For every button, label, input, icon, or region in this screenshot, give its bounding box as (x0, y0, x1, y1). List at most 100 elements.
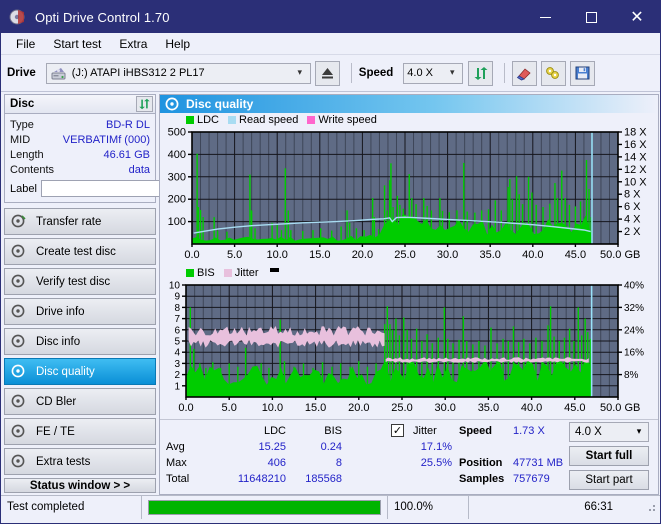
sidebar-item-disc-quality[interactable]: Disc quality (4, 358, 156, 385)
svg-text:25.0: 25.0 (394, 249, 415, 261)
svg-text:40%: 40% (624, 281, 644, 292)
svg-text:400: 400 (168, 149, 186, 161)
menu-item-help[interactable]: Help (156, 35, 199, 53)
window-controls: ✕ (522, 1, 660, 33)
start-part-button[interactable]: Start part (569, 470, 649, 490)
chevron-down-icon: ▾ (636, 427, 642, 437)
drive-select[interactable]: (J:) ATAPI iHBS312 2 PL17 ▾ (45, 62, 311, 84)
stats-row-avg: Avg (166, 441, 185, 453)
minimize-button[interactable] (522, 1, 568, 33)
save-button[interactable] (570, 60, 596, 86)
maximize-button[interactable] (568, 1, 614, 33)
svg-text:4 X: 4 X (624, 214, 641, 226)
test-speed-value: 4.0 X (575, 426, 602, 438)
disc-icon (11, 334, 30, 350)
resize-gripper[interactable] (645, 501, 657, 513)
disc-icon (11, 424, 30, 440)
svg-text:25.0: 25.0 (391, 402, 412, 414)
disc-row-mid: MID VERBATIMf (000) (10, 132, 150, 147)
toolbar-separator-2 (504, 63, 506, 83)
close-button[interactable]: ✕ (614, 1, 660, 33)
sidebar-item-verify-test-disc[interactable]: Verify test disc (4, 268, 156, 295)
disc-icon (11, 244, 30, 260)
svg-text:8 X: 8 X (624, 189, 641, 201)
sidebar-item-label: Disc info (36, 335, 81, 348)
svg-text:12 X: 12 X (624, 164, 647, 176)
sidebar-item-label: CD Bler (36, 395, 77, 408)
save-icon (575, 66, 590, 80)
sidebar-item-label: Transfer rate (36, 215, 102, 228)
bis-plot: 12345678910 8% 16% 24% 32% 40% 0.0 5.0 10.0 15.0 2… (169, 281, 644, 415)
disc-icon (11, 364, 30, 380)
test-speed-select[interactable]: 4.0 X ▾ (569, 422, 649, 442)
sidebar-item-drive-info[interactable]: Drive info (4, 298, 156, 325)
eject-button[interactable] (314, 60, 340, 86)
start-full-button[interactable]: Start full (569, 446, 649, 466)
tools-button[interactable] (541, 60, 567, 86)
speed-select[interactable]: 4.0 X ▾ (403, 62, 464, 84)
disc-label-key: Label (10, 182, 37, 195)
disc-refresh-button[interactable] (136, 96, 153, 112)
svg-text:20.0: 20.0 (352, 249, 373, 261)
window-title: Opti Drive Control 1.70 (35, 9, 170, 25)
disc-label-row: Label (10, 179, 243, 198)
svg-text:45.0: 45.0 (565, 249, 586, 261)
app-window: Opti Drive Control 1.70 ✕ File Start tes… (0, 0, 661, 524)
sidebar: Disc Type BD-R DL MID VERBATIMf (000) Le… (1, 92, 243, 495)
svg-text:500: 500 (168, 127, 186, 139)
svg-text:15.0: 15.0 (305, 402, 326, 414)
svg-text:4: 4 (174, 348, 180, 359)
disc-icon (11, 274, 30, 290)
erase-button[interactable] (512, 60, 538, 86)
disc-row-type: Type BD-R DL (10, 117, 150, 132)
main-body: Disc Type BD-R DL MID VERBATIMf (000) Le… (1, 92, 660, 495)
sidebar-item-create-test-disc[interactable]: Create test disc (4, 238, 156, 265)
refresh-button[interactable] (468, 60, 494, 86)
position-stat-label: Position (459, 457, 503, 469)
stats-bis-max: 8 (335, 457, 342, 469)
sidebar-item-label: Disc quality (36, 365, 95, 378)
sidebar-item-disc-info[interactable]: Disc info (4, 328, 156, 355)
svg-text:2 X: 2 X (624, 226, 641, 238)
stats-row-total: Total (166, 473, 190, 485)
menu-item-extra[interactable]: Extra (110, 35, 156, 53)
sidebar-item-extra-tests[interactable]: Extra tests (4, 448, 156, 475)
jitter-label: Jitter (413, 425, 437, 437)
svg-text:20.0: 20.0 (348, 402, 369, 414)
stats-bis-avg: 0.24 (320, 441, 342, 453)
svg-text:300: 300 (168, 171, 186, 183)
svg-text:8: 8 (174, 303, 180, 314)
jitter-checkbox[interactable]: ✓ (391, 424, 404, 437)
menu-item-file[interactable]: File (7, 35, 44, 53)
disc-icon (11, 454, 30, 470)
disc-row-value: data (128, 163, 150, 176)
menu-bar: File Start test Extra Help (1, 33, 660, 55)
svg-text:9: 9 (174, 292, 180, 303)
speed-stat-value: 1.73 X (513, 425, 545, 437)
refresh-icon (474, 66, 488, 80)
svg-text:16%: 16% (624, 348, 644, 359)
stats-jitter-avg: 17.1% (420, 441, 452, 453)
status-window-button[interactable]: Status window > > (4, 478, 156, 493)
svg-text:6: 6 (174, 325, 180, 336)
speed-label: Speed (358, 67, 394, 79)
legend-swatch-read-speed (228, 115, 237, 124)
refresh-icon (139, 98, 150, 110)
tools-icon (546, 66, 560, 79)
menu-item-start-test[interactable]: Start test (44, 35, 110, 53)
svg-text:14 X: 14 X (624, 151, 647, 163)
disc-row-key: Contents (10, 163, 55, 176)
ldc-chart-legend: LDC Read speed Write speed (160, 113, 658, 126)
sidebar-item-transfer-rate[interactable]: Transfer rate (4, 208, 156, 235)
svg-text:10: 10 (169, 281, 181, 292)
sidebar-item-cd-bler[interactable]: CD Bler (4, 388, 156, 415)
disc-icon (11, 304, 30, 320)
samples-stat-label: Samples (459, 473, 505, 485)
stats-ldc-avg: 15.25 (258, 441, 286, 453)
disc-info-rows: Type BD-R DL MID VERBATIMf (000) Length … (5, 114, 243, 202)
svg-text:1: 1 (174, 381, 180, 392)
svg-text:18 X: 18 X (624, 127, 647, 139)
sidebar-item-fe-te[interactable]: FE / TE (4, 418, 156, 445)
svg-text:35.0: 35.0 (478, 402, 499, 414)
eject-icon (321, 68, 333, 79)
